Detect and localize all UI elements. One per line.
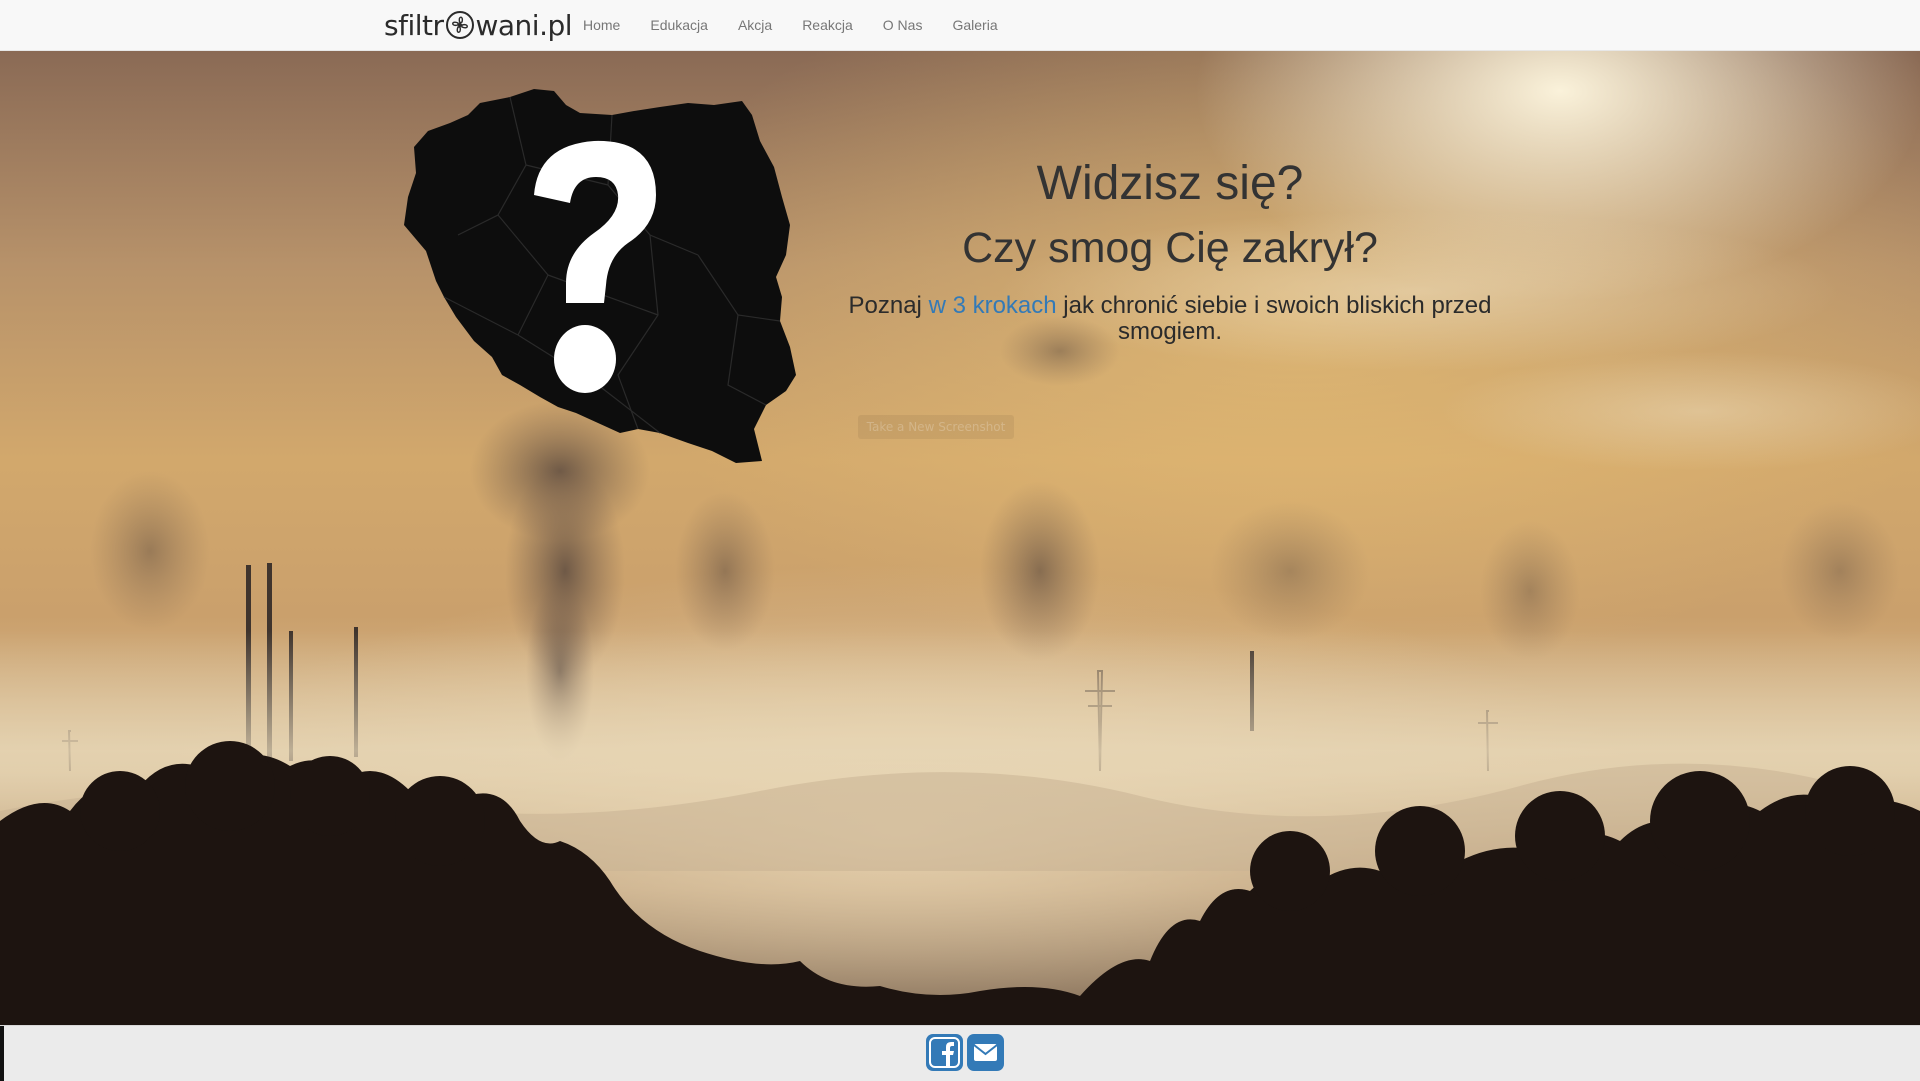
nav-link-o-nas[interactable]: O Nas — [883, 17, 923, 33]
main-nav: Home Edukacja Akcja Reakcja O Nas Galeri… — [568, 0, 1013, 50]
footer — [0, 1025, 1920, 1081]
nav-item-edukacja: Edukacja — [635, 0, 723, 50]
hero-description: Poznaj w 3 krokach jak chronić siebie i … — [840, 293, 1500, 345]
nav-link-home[interactable]: Home — [583, 17, 620, 33]
brand-text-right: wani.pl — [475, 8, 573, 42]
envelope-icon[interactable] — [967, 1034, 1004, 1071]
three-steps-link[interactable]: w 3 krokach — [929, 292, 1057, 319]
nav-link-edukacja[interactable]: Edukacja — [650, 17, 708, 33]
nav-link-akcja[interactable]: Akcja — [738, 17, 772, 33]
hero-subtitle: Czy smog Cię zakrył? — [962, 224, 1378, 272]
hero-section: Widzisz się? Czy smog Cię zakrył? Poznaj… — [0, 51, 1920, 1025]
nav-item-reakcja: Reakcja — [787, 0, 868, 50]
nav-item-akcja: Akcja — [723, 0, 787, 50]
nav-link-galeria[interactable]: Galeria — [952, 17, 997, 33]
poland-map-graphic — [398, 85, 802, 471]
take-screenshot-ghost-button[interactable]: Take a New Screenshot — [858, 415, 1014, 439]
nav-item-o-nas: O Nas — [868, 0, 938, 50]
social-links — [926, 1034, 1004, 1071]
brand-logo[interactable]: sfiltr wani.pl — [384, 7, 573, 43]
brand-text-left: sfiltr — [384, 8, 444, 42]
poland-question-mark-icon — [404, 89, 796, 463]
footer-edge — [0, 1026, 4, 1081]
nav-item-home: Home — [568, 0, 635, 50]
hero-description-prefix: Poznaj — [848, 292, 929, 319]
facebook-icon[interactable] — [926, 1034, 963, 1071]
hero-title: Widzisz się? — [1036, 157, 1304, 210]
nav-link-reakcja[interactable]: Reakcja — [802, 17, 853, 33]
hero-description-suffix: jak chronić siebie i swoich bliskich prz… — [1056, 292, 1492, 345]
nav-item-galeria: Galeria — [937, 0, 1012, 50]
fan-icon — [445, 11, 474, 39]
navbar: sfiltr wani.pl Home Edukacja Akcja Reakc… — [0, 0, 1920, 51]
